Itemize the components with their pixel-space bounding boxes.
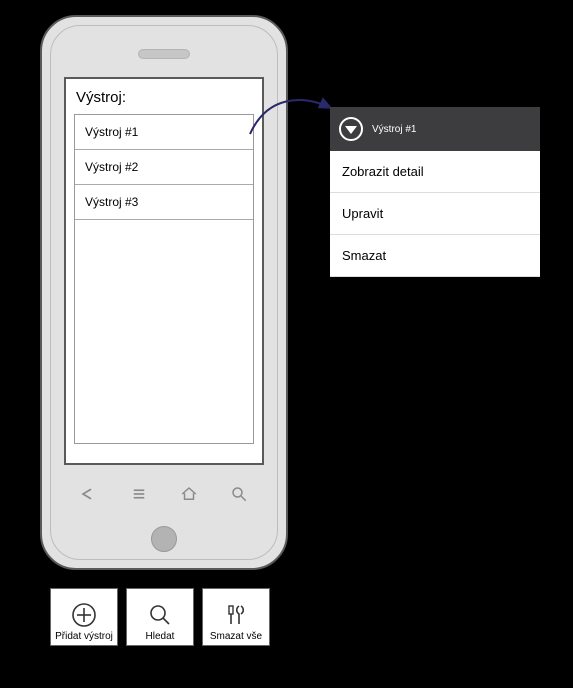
home-icon[interactable] xyxy=(180,485,198,508)
phone-mockup: Výstroj: Výstroj #1 Výstroj #2 Výstroj #… xyxy=(40,15,288,570)
list-item-label: Výstroj #2 xyxy=(85,160,138,174)
search-icon xyxy=(147,602,173,628)
context-menu-item-edit[interactable]: Upravit xyxy=(330,193,540,235)
search-button[interactable]: Hledat xyxy=(126,588,194,646)
toolbar-label: Přidat výstroj xyxy=(55,631,113,642)
context-menu: Výstroj #1 Zobrazit detail Upravit Smaza… xyxy=(330,107,540,277)
toolbar-label: Hledat xyxy=(146,631,175,642)
list-item[interactable]: Výstroj #1 xyxy=(75,115,253,150)
equipment-list: Výstroj #1 Výstroj #2 Výstroj #3 xyxy=(74,114,254,444)
device-nav-bar xyxy=(64,479,264,513)
menu-icon[interactable] xyxy=(130,485,148,508)
context-menu-item-detail[interactable]: Zobrazit detail xyxy=(330,151,540,193)
screen-title: Výstroj: xyxy=(66,79,262,110)
list-item[interactable]: Výstroj #3 xyxy=(75,185,253,220)
add-equipment-button[interactable]: Přidat výstroj xyxy=(50,588,118,646)
delete-all-button[interactable]: Smazat vše xyxy=(202,588,270,646)
search-icon[interactable] xyxy=(230,485,248,508)
action-toolbar: Přidat výstroj Hledat Smazat vše xyxy=(50,588,270,646)
home-button[interactable] xyxy=(151,526,177,552)
earpiece xyxy=(138,49,190,59)
context-menu-item-label: Upravit xyxy=(342,206,383,221)
context-menu-item-label: Smazat xyxy=(342,248,386,263)
list-item-label: Výstroj #3 xyxy=(85,195,138,209)
phone-screen: Výstroj: Výstroj #1 Výstroj #2 Výstroj #… xyxy=(64,77,264,465)
context-menu-item-label: Zobrazit detail xyxy=(342,164,424,179)
tools-icon xyxy=(223,602,249,628)
back-icon[interactable] xyxy=(80,485,98,508)
chevron-down-circle-icon xyxy=(338,116,364,142)
toolbar-label: Smazat vše xyxy=(210,631,262,642)
plus-circle-icon xyxy=(71,602,97,628)
list-item-label: Výstroj #1 xyxy=(85,125,138,139)
list-item[interactable]: Výstroj #2 xyxy=(75,150,253,185)
context-menu-header: Výstroj #1 xyxy=(330,107,540,151)
context-menu-title: Výstroj #1 xyxy=(372,124,416,135)
context-menu-item-delete[interactable]: Smazat xyxy=(330,235,540,277)
